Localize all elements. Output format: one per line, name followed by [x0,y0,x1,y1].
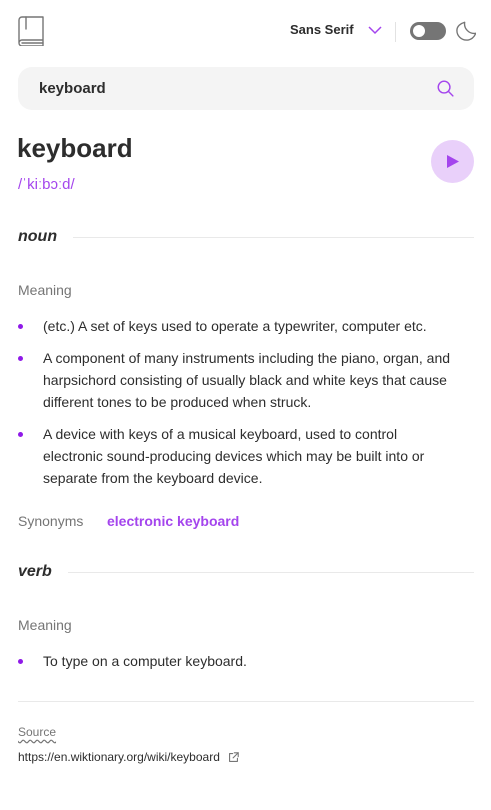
part-of-speech-noun: noun [18,228,474,246]
word-title: keyboard [17,133,133,163]
search-icon[interactable] [437,80,454,97]
play-icon [447,155,459,168]
meaning-heading: Meaning [18,282,72,298]
source-url: https://en.wiktionary.org/wiki/keyboard [18,750,220,764]
definition-item: A component of many instruments includin… [18,347,458,413]
part-of-speech-label: verb [18,563,52,580]
book-logo-icon [18,16,44,46]
footer-divider [18,701,474,702]
definition-item: To type on a computer keyboard. [18,650,458,672]
synonym-link[interactable]: electronic keyboard [107,513,239,529]
theme-toggle-knob [413,25,425,37]
section-divider [73,236,474,238]
synonyms-label: Synonyms [18,513,84,529]
search-input[interactable] [39,67,429,110]
phonetic-text: /ˈkiːbɔːd/ [18,176,75,193]
play-audio-button[interactable] [431,140,474,183]
font-selector[interactable]: Sans Serif [290,22,382,37]
definition-item: A device with keys of a musical keyboard… [18,423,458,489]
header-divider [395,22,396,42]
chevron-down-icon [368,25,382,34]
external-link-icon [228,751,239,762]
definition-list-noun: (etc.) A set of keys used to operate a t… [18,315,458,499]
part-of-speech-label: noun [18,228,58,245]
part-of-speech-verb: verb [18,563,474,581]
font-selector-label: Sans Serif [290,22,354,37]
source-label: Source [18,725,57,739]
app-header: Sans Serif [18,16,476,48]
source-link[interactable]: https://en.wiktionary.org/wiki/keyboard [18,750,239,764]
definition-list-verb: To type on a computer keyboard. [18,650,458,682]
search-bar [18,67,474,110]
theme-toggle[interactable] [410,22,446,40]
meaning-heading: Meaning [18,617,72,633]
definition-item: (etc.) A set of keys used to operate a t… [18,315,458,337]
moon-icon [456,21,476,41]
section-divider [67,571,474,573]
